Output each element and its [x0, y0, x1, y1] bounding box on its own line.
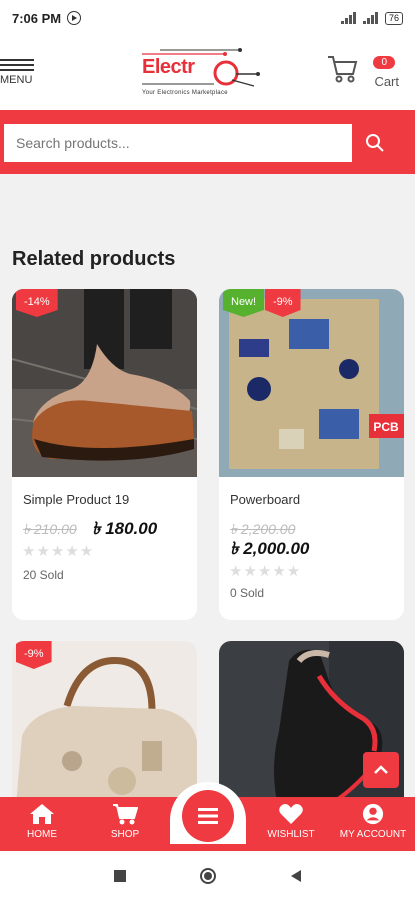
shopping-cart-icon [113, 804, 138, 825]
section-title: Related products [12, 248, 176, 270]
product-name[interactable]: Powerboard [230, 492, 300, 507]
rating-stars: ★★★★★ [229, 563, 302, 580]
search-icon [366, 134, 384, 152]
cart-count-badge: 0 [373, 56, 395, 69]
hamburger-icon [198, 808, 218, 824]
media-playing-icon [67, 11, 82, 25]
rating-stars: ★★★★★ [22, 543, 95, 560]
heart-icon [279, 804, 303, 824]
app-header: MENU Electr Your Electronics Marketplace… [0, 36, 415, 110]
nav-shop[interactable]: SHOP [90, 803, 160, 840]
electron-logo[interactable]: Electr Your Electronics Marketplace [130, 46, 270, 101]
shoe-photo [12, 289, 197, 477]
product-sold-count: 0 Sold [230, 586, 265, 600]
nav-wishlist-label: WISHLIST [267, 829, 315, 840]
powerboard-photo: PCB [219, 289, 404, 477]
nav-home[interactable]: HOME [7, 803, 77, 840]
cart-label: Cart [374, 74, 399, 89]
signal-icon-2 [362, 12, 379, 24]
menu-label: MENU [0, 74, 33, 86]
product-card[interactable]: PCB New! -9% Powerboard ৳ 2,200.00 ৳ 2,0… [219, 289, 404, 620]
chevron-up-icon [374, 765, 388, 774]
search-bar [0, 110, 415, 174]
nav-shop-label: SHOP [110, 829, 140, 840]
logo-text: Electr [142, 56, 195, 78]
nav-wishlist[interactable]: WISHLIST [256, 803, 326, 840]
product-name[interactable]: Simple Product 19 [23, 492, 129, 507]
hamburger-icon [0, 59, 40, 71]
back-triangle-icon[interactable] [289, 869, 303, 883]
cart-button[interactable]: 0 Cart [327, 50, 399, 100]
menu-button[interactable]: MENU [0, 56, 40, 86]
product-old-price: ৳ 210.00 [23, 521, 77, 537]
back-to-top-button[interactable] [363, 752, 399, 788]
home-circle-icon[interactable] [199, 867, 217, 885]
nav-my-account[interactable]: MY ACCOUNT [338, 803, 408, 840]
status-bar: 7:06 PM 76 [0, 0, 415, 36]
product-sold-count: 20 Sold [23, 568, 64, 582]
account-icon [362, 803, 384, 825]
home-icon [30, 804, 54, 824]
center-menu-circle [182, 790, 234, 842]
logo-tagline: Your Electronics Marketplace [142, 90, 228, 96]
recents-square-icon[interactable] [113, 869, 127, 883]
product-image-powerboard[interactable]: PCB [219, 289, 404, 477]
status-time: 7:06 PM [12, 10, 62, 26]
nav-my-account-label: MY ACCOUNT [339, 829, 407, 840]
nav-home-label: HOME [27, 829, 57, 840]
battery-icon: 76 [384, 11, 403, 25]
signal-icon [340, 12, 357, 24]
search-input[interactable] [4, 124, 352, 162]
search-button[interactable] [356, 124, 394, 162]
cart-icon [328, 56, 358, 83]
product-image-shoe[interactable] [12, 289, 197, 477]
system-navigation-bar [0, 851, 415, 900]
product-card[interactable]: -14% Simple Product 19 ৳ 210.00 ৳ 180.00… [12, 289, 197, 620]
product-new-price: ৳ 2,000.00 [230, 539, 310, 558]
product-new-price: ৳ 180.00 [92, 519, 158, 538]
pcb-label: PCB [373, 420, 399, 434]
